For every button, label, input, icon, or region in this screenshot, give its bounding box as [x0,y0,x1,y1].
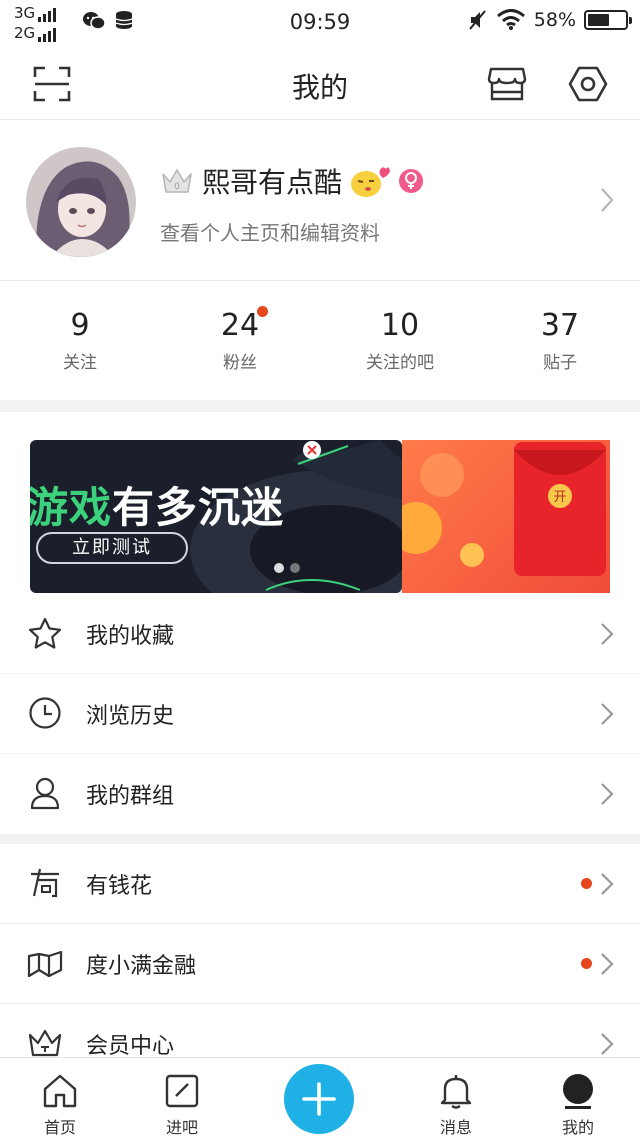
kiss-emoji-icon [351,167,391,197]
tab-profile[interactable]: 我的 [538,1072,618,1138]
menu-label: 会员中心 [86,1034,175,1059]
carousel-dot [290,563,300,573]
profile-card[interactable]: 0 熙哥有点酷 查看个人主页和编辑资料 [0,121,640,281]
menu-label: 我的收藏 [86,624,175,649]
battery-icon [584,10,632,30]
duxiaoman-icon [26,944,64,982]
battery-percent: 58% [533,9,576,31]
page-header: 我的 [0,46,640,120]
mute-icon [468,10,486,30]
banner-slide-redpacket[interactable]: 开 [390,440,610,593]
stat-label: 关注的吧 [366,353,434,373]
red-packet-open-badge: 开 [553,490,566,505]
stats-row: 9 关注 24 粉丝 10 关注的吧 37 贴子 [0,282,640,400]
tab-enter-bar[interactable]: 进吧 [142,1072,222,1138]
tab-messages[interactable]: 消息 [416,1072,496,1138]
banner-headline-green: 游戏 [30,483,113,532]
menu-item-duxiaoman[interactable]: 度小满金融 [0,924,640,1004]
username: 熙哥有点酷 [202,166,343,199]
section-divider [0,400,640,412]
stat-fans[interactable]: 24 粉丝 [160,282,320,400]
banner-headline-white: 有多沉迷 [112,483,285,532]
chevron-right-icon [601,1033,614,1055]
tab-label: 首页 [43,1118,76,1137]
battery-level-fill [588,14,609,26]
menu-label: 有钱花 [86,874,153,899]
menu-label: 度小满金融 [86,954,197,979]
settings-button[interactable] [568,64,608,104]
section-divider [0,834,640,844]
bottom-tab-bar: 首页 进吧 消息 我的 [0,1057,640,1138]
chevron-right-icon [601,623,614,645]
female-icon [399,169,424,193]
clock-icon [26,694,64,732]
carousel-indicator [274,563,300,573]
settings-icon [568,66,608,102]
chevron-right-icon [601,873,614,895]
store-icon [487,67,527,101]
crown-icon: 0 [162,169,192,193]
enter-bar-icon [142,1072,222,1110]
notification-dot [581,958,592,969]
stat-value: 10 [380,308,420,343]
tab-label: 进吧 [165,1118,198,1137]
notification-dot [257,306,268,317]
user-icon [26,774,64,812]
stat-value: 24 [220,308,260,343]
star-icon [26,614,64,652]
avatar-image [26,147,136,257]
chevron-right-icon [601,703,614,725]
status-right: 58% [468,9,632,31]
menu-item-favorites[interactable]: 我的收藏 [0,594,640,674]
profile-subtitle: 查看个人主页和编辑资料 [160,221,380,245]
banner-test-button[interactable]: 立即测试 [36,532,188,564]
wifi-icon [496,9,525,30]
svg-text:0: 0 [174,182,180,192]
menu-item-youqianhua[interactable]: 有钱花 [0,844,640,924]
profile-icon [538,1072,618,1110]
page-title: 我的 [291,71,348,104]
post-button[interactable] [284,1064,354,1134]
youqianhua-icon [26,864,64,902]
stat-value: 9 [70,308,90,343]
banner-slide-game[interactable]: 游戏有多沉迷 立即测试 [30,440,402,593]
notification-dot [581,878,592,889]
red-packet-icon: 开 [390,442,606,576]
chevron-right-icon [601,783,614,805]
tab-label: 消息 [439,1118,472,1137]
menu-label: 我的群组 [86,784,175,809]
menu-label: 浏览历史 [86,704,175,729]
bell-icon [416,1072,496,1110]
tab-home[interactable]: 首页 [20,1072,100,1138]
stat-followed-bars[interactable]: 10 关注的吧 [320,282,480,400]
stat-label: 粉丝 [223,353,257,373]
home-icon [20,1072,100,1110]
chevron-right-icon [601,953,614,975]
profile-name-row: 0 熙哥有点酷 [160,161,424,201]
promo-banner[interactable]: 游戏有多沉迷 立即测试 开 [30,440,610,593]
chevron-right-icon [601,188,614,212]
status-bar: 3G 2G 09:59 58% [0,0,640,46]
menu-item-history[interactable]: 浏览历史 [0,674,640,754]
stat-value: 37 [540,308,580,343]
stat-posts[interactable]: 37 贴子 [480,282,640,400]
carousel-dot-active [274,563,284,573]
stat-label: 贴子 [543,353,577,373]
avatar[interactable] [26,147,136,257]
store-button[interactable] [484,64,530,104]
menu-item-groups[interactable]: 我的群组 [0,754,640,834]
banner-headline: 游戏有多沉迷 [30,474,284,535]
stat-following[interactable]: 9 关注 [0,282,160,400]
tab-label: 我的 [561,1118,594,1137]
stat-label: 关注 [63,353,97,373]
plus-icon [302,1082,336,1116]
